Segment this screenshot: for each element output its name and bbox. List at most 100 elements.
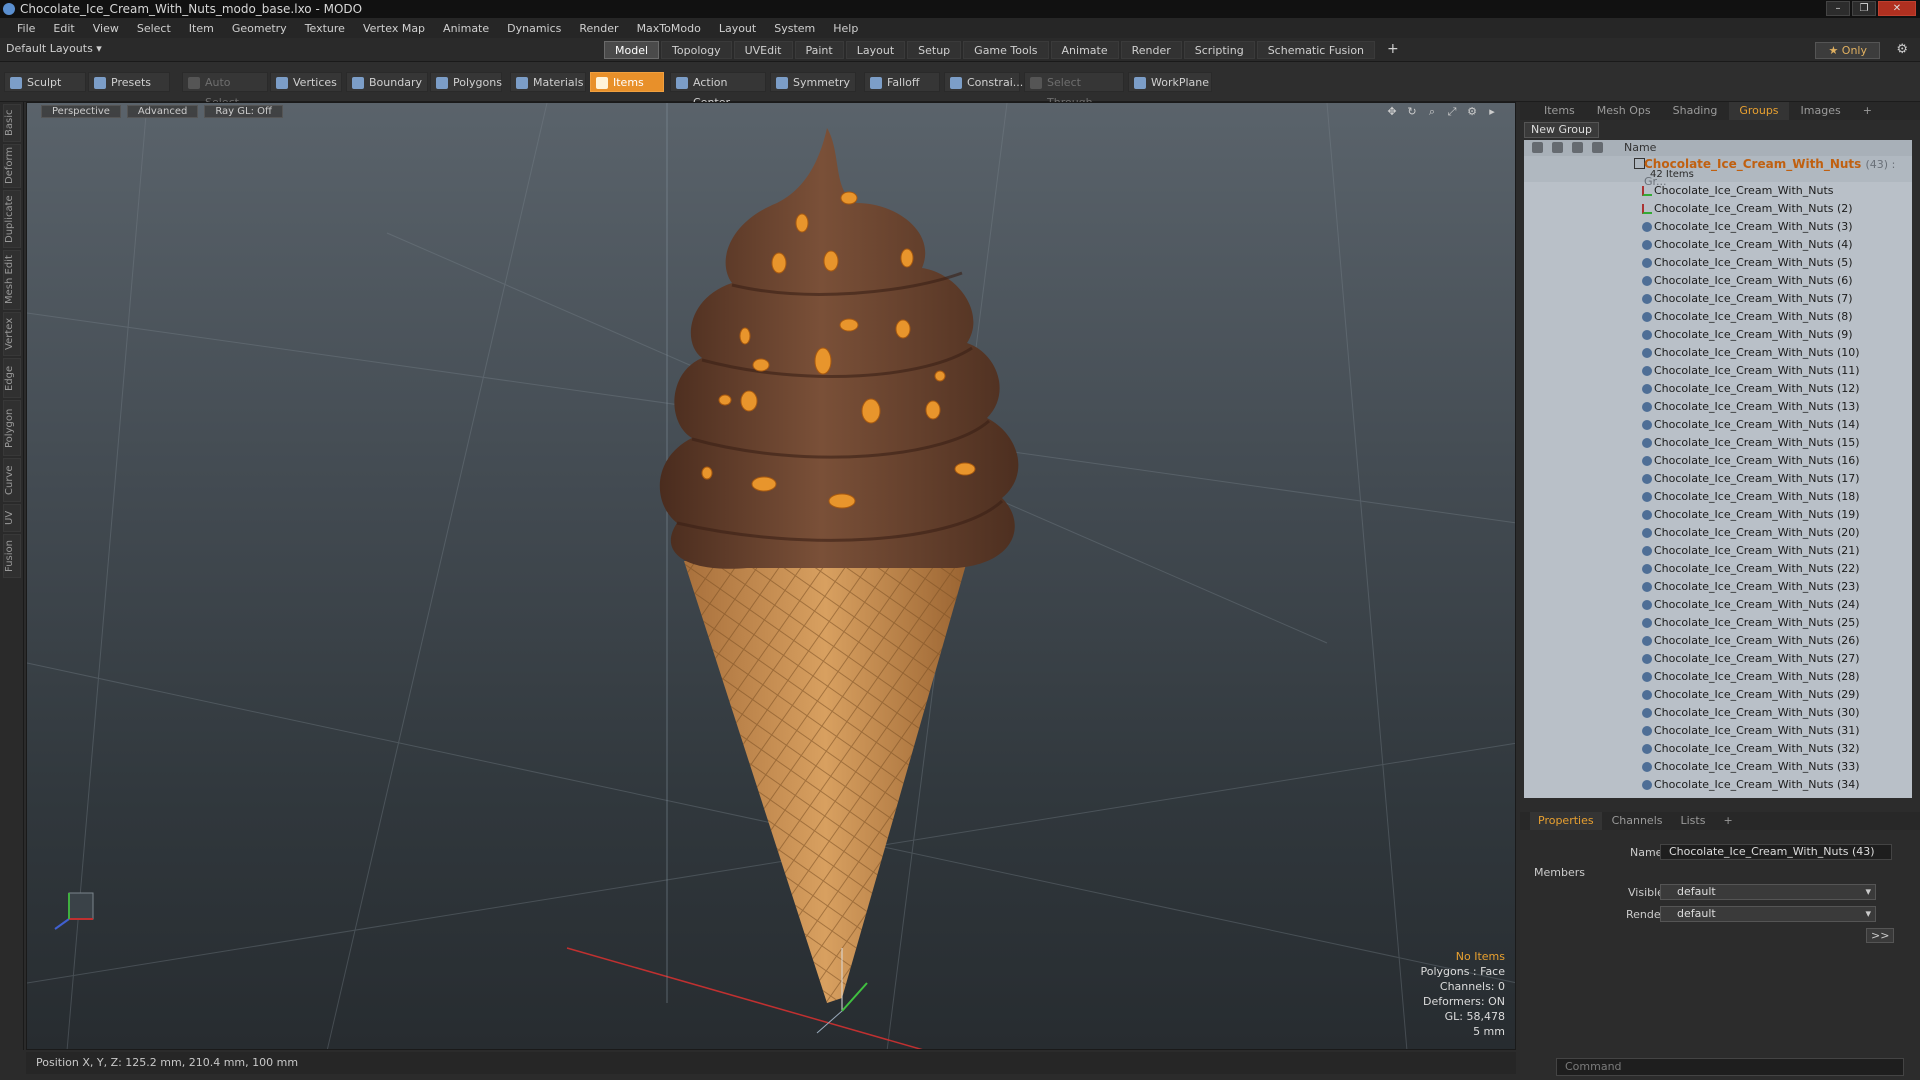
vtab-fusion[interactable]: Fusion (3, 534, 21, 578)
list-item[interactable]: Chocolate_Ice_Cream_With_Nuts (20) (1524, 524, 1912, 542)
tab-model[interactable]: Model (604, 41, 660, 59)
menu-layout[interactable]: Layout (710, 22, 765, 35)
lock-icon[interactable] (1572, 142, 1583, 153)
raygl-toggle[interactable]: Ray GL: Off (204, 105, 283, 118)
vertices-button[interactable]: Vertices (270, 72, 342, 92)
maximize-button[interactable]: ❐ (1852, 1, 1876, 16)
vtab-uv[interactable]: UV (3, 504, 21, 532)
list-item[interactable]: Chocolate_Ice_Cream_With_Nuts (14) (1524, 416, 1912, 434)
add-properties-tab-button[interactable]: + (1715, 812, 1740, 830)
menu-animate[interactable]: Animate (434, 22, 498, 35)
tab-paint[interactable]: Paint (794, 41, 844, 59)
list-item[interactable]: Chocolate_Ice_Cream_With_Nuts (11) (1524, 362, 1912, 380)
list-item[interactable]: Chocolate_Ice_Cream_With_Nuts (28) (1524, 668, 1912, 686)
members-label[interactable]: Members (1534, 866, 1585, 879)
viewport-expand-icon[interactable]: ▸ (1485, 105, 1499, 118)
list-item[interactable]: Chocolate_Ice_Cream_With_Nuts (5) (1524, 254, 1912, 272)
group-parent-row[interactable]: Chocolate_Ice_Cream_With_Nuts (43) : Gr.… (1524, 156, 1912, 188)
tab-layout[interactable]: Layout (845, 41, 906, 59)
list-item[interactable]: Chocolate_Ice_Cream_With_Nuts (31) (1524, 722, 1912, 740)
add-panel-tab-button[interactable]: + (1853, 102, 1882, 120)
menu-view[interactable]: View (84, 22, 128, 35)
presets-button[interactable]: Presets (88, 72, 170, 92)
tab-schematic-fusion[interactable]: Schematic Fusion (1256, 41, 1376, 59)
auto-select-button[interactable]: Auto Select (182, 72, 268, 109)
tab-scripting[interactable]: Scripting (1183, 41, 1255, 59)
vtab-curve[interactable]: Curve (3, 458, 21, 502)
list-item[interactable]: Chocolate_Ice_Cream_With_Nuts (6) (1524, 272, 1912, 290)
vtab-deform[interactable]: Deform (3, 144, 21, 188)
select-through-button[interactable]: Select Through (1024, 72, 1124, 109)
menu-dynamics[interactable]: Dynamics (498, 22, 570, 35)
list-item[interactable]: Chocolate_Ice_Cream_With_Nuts (34) (1524, 776, 1912, 794)
menu-edit[interactable]: Edit (44, 22, 83, 35)
list-item[interactable]: Chocolate_Ice_Cream_With_Nuts (29) (1524, 686, 1912, 704)
tab-lists[interactable]: Lists (1673, 812, 1714, 830)
items-button[interactable]: Items (590, 72, 664, 92)
add-tab-button[interactable]: + (1377, 41, 1409, 59)
tab-shading[interactable]: Shading (1663, 102, 1728, 120)
symmetry-button[interactable]: Symmetry (770, 72, 856, 92)
falloff-button[interactable]: Falloff (864, 72, 940, 92)
gear-icon[interactable]: ⚙ (1896, 42, 1908, 57)
list-item[interactable]: Chocolate_Ice_Cream_With_Nuts (27) (1524, 650, 1912, 668)
menu-texture[interactable]: Texture (296, 22, 354, 35)
list-item[interactable]: Chocolate_Ice_Cream_With_Nuts (12) (1524, 380, 1912, 398)
tab-game-tools[interactable]: Game Tools (963, 41, 1049, 59)
list-item[interactable]: Chocolate_Ice_Cream_With_Nuts (22) (1524, 560, 1912, 578)
tab-setup[interactable]: Setup (907, 41, 962, 59)
list-item[interactable]: Chocolate_Ice_Cream_With_Nuts (24) (1524, 596, 1912, 614)
menu-system[interactable]: System (765, 22, 824, 35)
new-group-button[interactable]: New Group (1524, 122, 1599, 138)
list-item[interactable]: Chocolate_Ice_Cream_With_Nuts (25) (1524, 614, 1912, 632)
list-item[interactable]: Chocolate_Ice_Cream_With_Nuts (33) (1524, 758, 1912, 776)
vtab-polygon[interactable]: Polygon (3, 400, 21, 456)
tab-channels[interactable]: Channels (1604, 812, 1671, 830)
constraints-button[interactable]: Constrai... (944, 72, 1023, 92)
move-view-icon[interactable]: ✥ (1385, 105, 1399, 118)
list-item[interactable]: Chocolate_Ice_Cream_With_Nuts (2) (1524, 200, 1912, 218)
menu-render[interactable]: Render (570, 22, 627, 35)
viewport-settings-icon[interactable]: ⚙ (1465, 105, 1479, 118)
list-item[interactable]: Chocolate_Ice_Cream_With_Nuts (23) (1524, 578, 1912, 596)
visible-dropdown[interactable]: default (1660, 884, 1876, 900)
3d-viewport[interactable]: Perspective Advanced Ray GL: Off ✥ ↻ ⌕ ⤢… (26, 102, 1516, 1050)
boundary-button[interactable]: Boundary (346, 72, 428, 92)
minimize-button[interactable]: – (1826, 1, 1850, 16)
tab-mesh-ops[interactable]: Mesh Ops (1587, 102, 1661, 120)
zoom-view-icon[interactable]: ⌕ (1425, 105, 1439, 118)
list-item[interactable]: Chocolate_Ice_Cream_With_Nuts (16) (1524, 452, 1912, 470)
tab-groups[interactable]: Groups (1729, 102, 1789, 120)
layout-selector[interactable]: Default Layouts ▾ (6, 42, 102, 55)
list-item[interactable]: Chocolate_Ice_Cream_With_Nuts (8) (1524, 308, 1912, 326)
list-item[interactable]: Chocolate_Ice_Cream_With_Nuts (1524, 182, 1912, 200)
vtab-edge[interactable]: Edge (3, 358, 21, 398)
tab-render[interactable]: Render (1120, 41, 1182, 59)
view-mode-perspective[interactable]: Perspective (41, 105, 121, 118)
tab-uvedit[interactable]: UVEdit (733, 41, 793, 59)
command-input[interactable]: Command (1556, 1058, 1904, 1076)
fit-view-icon[interactable]: ⤢ (1445, 105, 1459, 118)
list-item[interactable]: Chocolate_Ice_Cream_With_Nuts (21) (1524, 542, 1912, 560)
shading-advanced[interactable]: Advanced (126, 105, 199, 118)
list-item[interactable]: Chocolate_Ice_Cream_With_Nuts (26) (1524, 632, 1912, 650)
tab-properties[interactable]: Properties (1530, 812, 1602, 830)
close-button[interactable]: ✕ (1878, 1, 1916, 16)
list-item[interactable]: Chocolate_Ice_Cream_With_Nuts (32) (1524, 740, 1912, 758)
list-item[interactable]: Chocolate_Ice_Cream_With_Nuts (19) (1524, 506, 1912, 524)
vtab-mesh-edit[interactable]: Mesh Edit (3, 250, 21, 310)
menu-vertex-map[interactable]: Vertex Map (354, 22, 434, 35)
list-item[interactable]: Chocolate_Ice_Cream_With_Nuts (9) (1524, 326, 1912, 344)
more-button[interactable]: >> (1866, 928, 1895, 943)
list-item[interactable]: Chocolate_Ice_Cream_With_Nuts (35) (1524, 794, 1912, 798)
eye-icon[interactable] (1532, 142, 1543, 153)
polygons-button[interactable]: Polygons (430, 72, 502, 92)
name-column-header[interactable]: Name (1624, 140, 1656, 156)
render-dropdown[interactable]: default (1660, 906, 1876, 922)
menu-geometry[interactable]: Geometry (223, 22, 296, 35)
list-item[interactable]: Chocolate_Ice_Cream_With_Nuts (17) (1524, 470, 1912, 488)
name-field[interactable]: Chocolate_Ice_Cream_With_Nuts (43) (1660, 844, 1892, 860)
render-icon[interactable] (1552, 142, 1563, 153)
sculpt-button[interactable]: Sculpt (4, 72, 86, 92)
menu-help[interactable]: Help (824, 22, 867, 35)
